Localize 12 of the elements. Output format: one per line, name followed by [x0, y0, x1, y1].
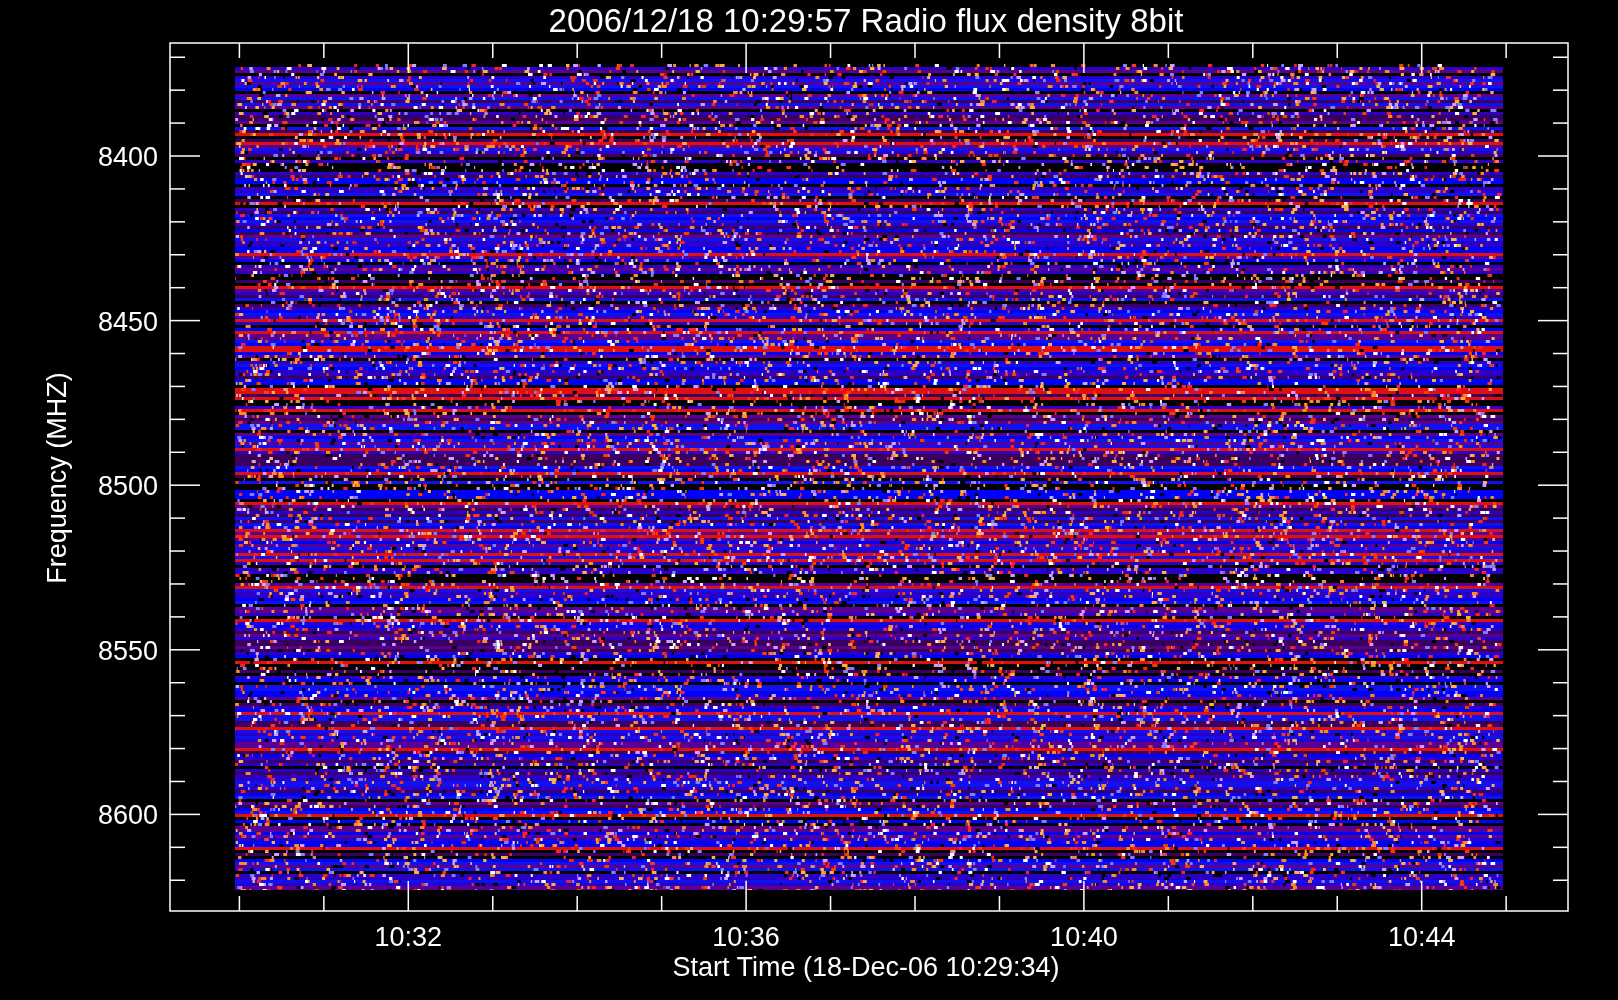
axis-tick-label: 10:40 — [1050, 922, 1118, 952]
axis-title: Start Time (18-Dec-06 10:29:34) — [672, 952, 1060, 982]
axis-tick-label: 10:44 — [1387, 922, 1456, 952]
axis-title: Frequency (MHZ) — [42, 372, 72, 584]
axis-tick-label: 8400 — [97, 142, 158, 172]
chart-title: 2006/12/18 10:29:57 Radio flux density 8bit — [548, 2, 1184, 39]
axis-tick-label: 10:32 — [374, 922, 443, 952]
axis-tick-label: 10:36 — [712, 922, 780, 952]
axis-tick-label: 8550 — [97, 635, 158, 666]
axis-tick-label: 8500 — [97, 471, 158, 502]
axis-tick-label: 8600 — [97, 800, 158, 831]
axis-tick-label: 8450 — [97, 306, 158, 337]
